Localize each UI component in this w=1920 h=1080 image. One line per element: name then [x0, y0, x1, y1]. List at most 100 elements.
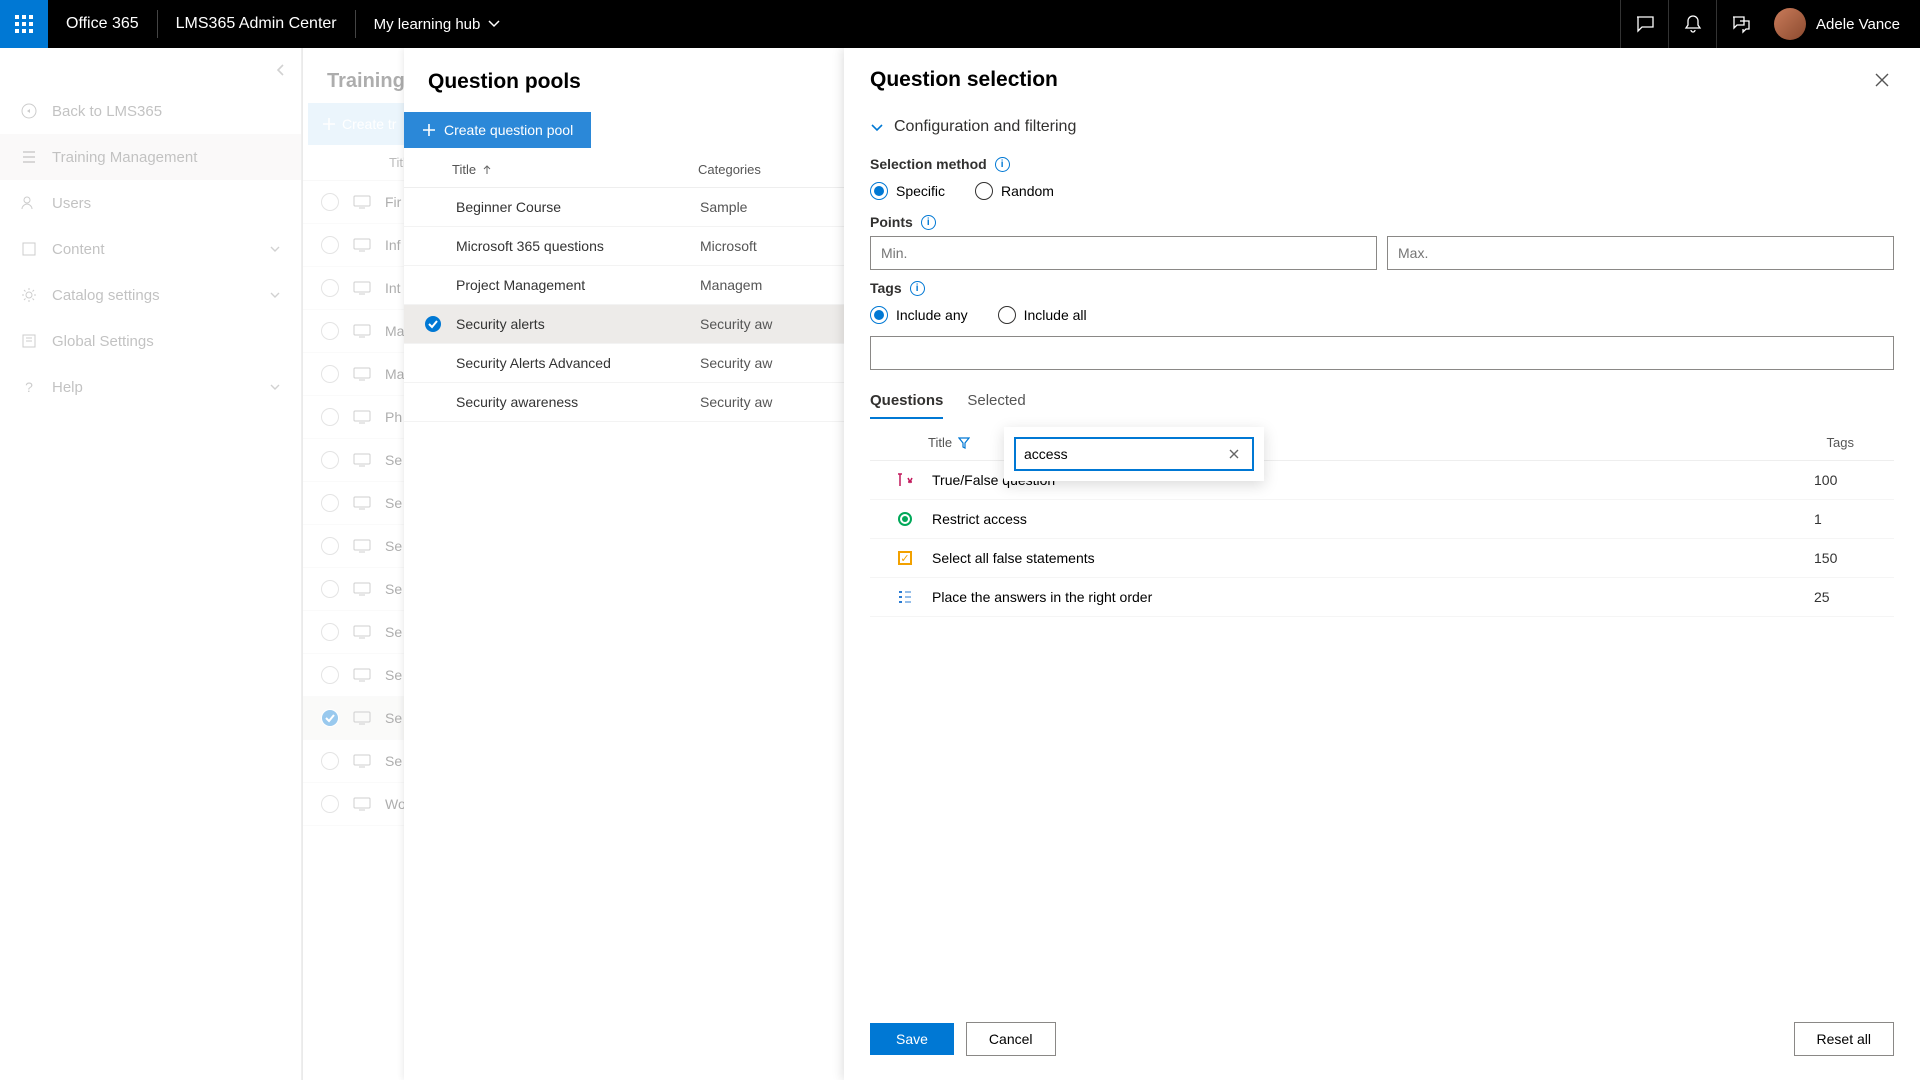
- questions-col-title[interactable]: Title: [928, 435, 952, 450]
- sidebar-item-training-management[interactable]: Training Management: [0, 134, 301, 180]
- config-filtering-toggle[interactable]: Configuration and filtering: [870, 114, 1894, 146]
- settings-icon: [20, 332, 38, 350]
- training-title: Se: [385, 538, 402, 554]
- training-type-icon: [353, 668, 371, 682]
- tags-include-any[interactable]: Include any: [870, 306, 968, 324]
- pool-title: Beginner Course: [456, 199, 561, 215]
- info-icon[interactable]: i: [910, 281, 925, 296]
- sidebar-item-back[interactable]: Back to LMS365: [0, 88, 301, 134]
- brand-label[interactable]: Office 365: [48, 15, 157, 33]
- feedback-button[interactable]: [1716, 0, 1764, 48]
- chat-icon: [1635, 14, 1655, 34]
- pools-col-title[interactable]: Title: [452, 162, 476, 177]
- sidebar-item-global-settings[interactable]: Global Settings: [0, 318, 301, 364]
- training-title: Ph: [385, 409, 402, 425]
- pool-title: Security Alerts Advanced: [456, 355, 611, 371]
- question-pools-panel: Question pools Create question pool Titl…: [404, 48, 844, 1080]
- tags-label: Tags: [870, 280, 902, 296]
- row-select-icon: [424, 393, 442, 411]
- sidebar-item-label: Users: [52, 195, 91, 212]
- sidebar-item-label: Global Settings: [52, 333, 154, 350]
- title-filter-input[interactable]: [1024, 446, 1224, 462]
- chevron-down-icon: [269, 289, 281, 301]
- list-icon: [20, 148, 38, 166]
- info-icon[interactable]: i: [995, 157, 1010, 172]
- close-icon: [1228, 448, 1240, 460]
- training-title: Se: [385, 495, 402, 511]
- plus-icon: [422, 123, 436, 137]
- single-choice-icon: [896, 510, 914, 528]
- sidebar-item-label: Back to LMS365: [52, 103, 162, 120]
- tags-include-all[interactable]: Include all: [998, 306, 1087, 324]
- points-min-input[interactable]: [870, 236, 1377, 270]
- training-title: Fir: [385, 194, 401, 210]
- avatar[interactable]: [1774, 8, 1806, 40]
- sidebar-item-catalog-settings[interactable]: Catalog settings: [0, 272, 301, 318]
- pool-row[interactable]: Security Alerts Advanced Security aw: [404, 344, 844, 383]
- training-type-icon: [353, 410, 371, 424]
- pool-row[interactable]: Project Management Managem: [404, 266, 844, 305]
- pool-category: Security aw: [700, 316, 820, 332]
- training-type-icon: [353, 238, 371, 252]
- tab-questions[interactable]: Questions: [870, 392, 943, 419]
- title-filter-popover: [1004, 427, 1264, 481]
- pool-row[interactable]: Beginner Course Sample: [404, 188, 844, 227]
- app-launcher-button[interactable]: [0, 0, 48, 48]
- row-select-icon: [321, 666, 339, 684]
- clear-filter-button[interactable]: [1224, 446, 1244, 462]
- chevron-down-icon: [269, 243, 281, 255]
- selection-title: Question selection: [870, 68, 1870, 92]
- row-select-icon: [321, 752, 339, 770]
- question-points: 25: [1814, 589, 1894, 605]
- filter-icon[interactable]: [958, 437, 970, 449]
- questions-col-tags[interactable]: Tags: [1827, 435, 1894, 450]
- question-row[interactable]: Restrict access 1: [870, 500, 1894, 539]
- row-select-icon: [321, 322, 339, 340]
- sidebar-item-content[interactable]: Content: [0, 226, 301, 272]
- feedback-icon: [1731, 14, 1751, 34]
- pools-col-categories[interactable]: Categories: [698, 162, 818, 177]
- selection-method-random[interactable]: Random: [975, 182, 1054, 200]
- pool-title: Microsoft 365 questions: [456, 238, 604, 254]
- question-points: 100: [1814, 472, 1894, 488]
- sidebar-item-label: Catalog settings: [52, 287, 160, 304]
- help-icon: ?: [20, 378, 38, 396]
- row-select-icon: [321, 408, 339, 426]
- pool-category: Microsoft: [700, 238, 820, 254]
- collapse-sidebar-button[interactable]: [269, 58, 293, 82]
- create-training-button[interactable]: Create tr: [322, 116, 396, 132]
- pool-row[interactable]: Security alerts Security aw: [404, 305, 844, 344]
- points-max-input[interactable]: [1387, 236, 1894, 270]
- info-icon[interactable]: i: [921, 215, 936, 230]
- question-row[interactable]: ✓ Select all false statements 150: [870, 539, 1894, 578]
- question-row[interactable]: Place the answers in the right order 25: [870, 578, 1894, 617]
- hub-label: My learning hub: [374, 16, 481, 33]
- sidebar-item-help[interactable]: ? Help: [0, 364, 301, 410]
- row-select-icon: [321, 365, 339, 383]
- chat-button[interactable]: [1620, 0, 1668, 48]
- create-question-pool-button[interactable]: Create question pool: [404, 112, 591, 148]
- true-false-icon: [896, 471, 914, 489]
- close-button[interactable]: [1870, 68, 1894, 92]
- tab-selected[interactable]: Selected: [967, 392, 1025, 419]
- question-points: 150: [1814, 550, 1894, 566]
- pool-category: Security aw: [700, 355, 820, 371]
- save-button[interactable]: Save: [870, 1023, 954, 1055]
- row-select-icon: [321, 623, 339, 641]
- pool-row[interactable]: Microsoft 365 questions Microsoft: [404, 227, 844, 266]
- tags-input[interactable]: [870, 336, 1894, 370]
- pool-row[interactable]: Security awareness Security aw: [404, 383, 844, 422]
- cancel-button[interactable]: Cancel: [966, 1022, 1056, 1056]
- row-select-icon: [321, 537, 339, 555]
- chevron-left-icon: [274, 63, 288, 77]
- training-type-icon: [353, 453, 371, 467]
- radio-icon: [870, 182, 888, 200]
- sidebar-item-users[interactable]: Users: [0, 180, 301, 226]
- admin-center-label[interactable]: LMS365 Admin Center: [158, 15, 355, 33]
- learning-hub-dropdown[interactable]: My learning hub: [356, 16, 519, 33]
- training-type-icon: [353, 324, 371, 338]
- selection-method-specific[interactable]: Specific: [870, 182, 945, 200]
- notifications-button[interactable]: [1668, 0, 1716, 48]
- reset-all-button[interactable]: Reset all: [1794, 1022, 1894, 1056]
- user-name[interactable]: Adele Vance: [1806, 16, 1920, 33]
